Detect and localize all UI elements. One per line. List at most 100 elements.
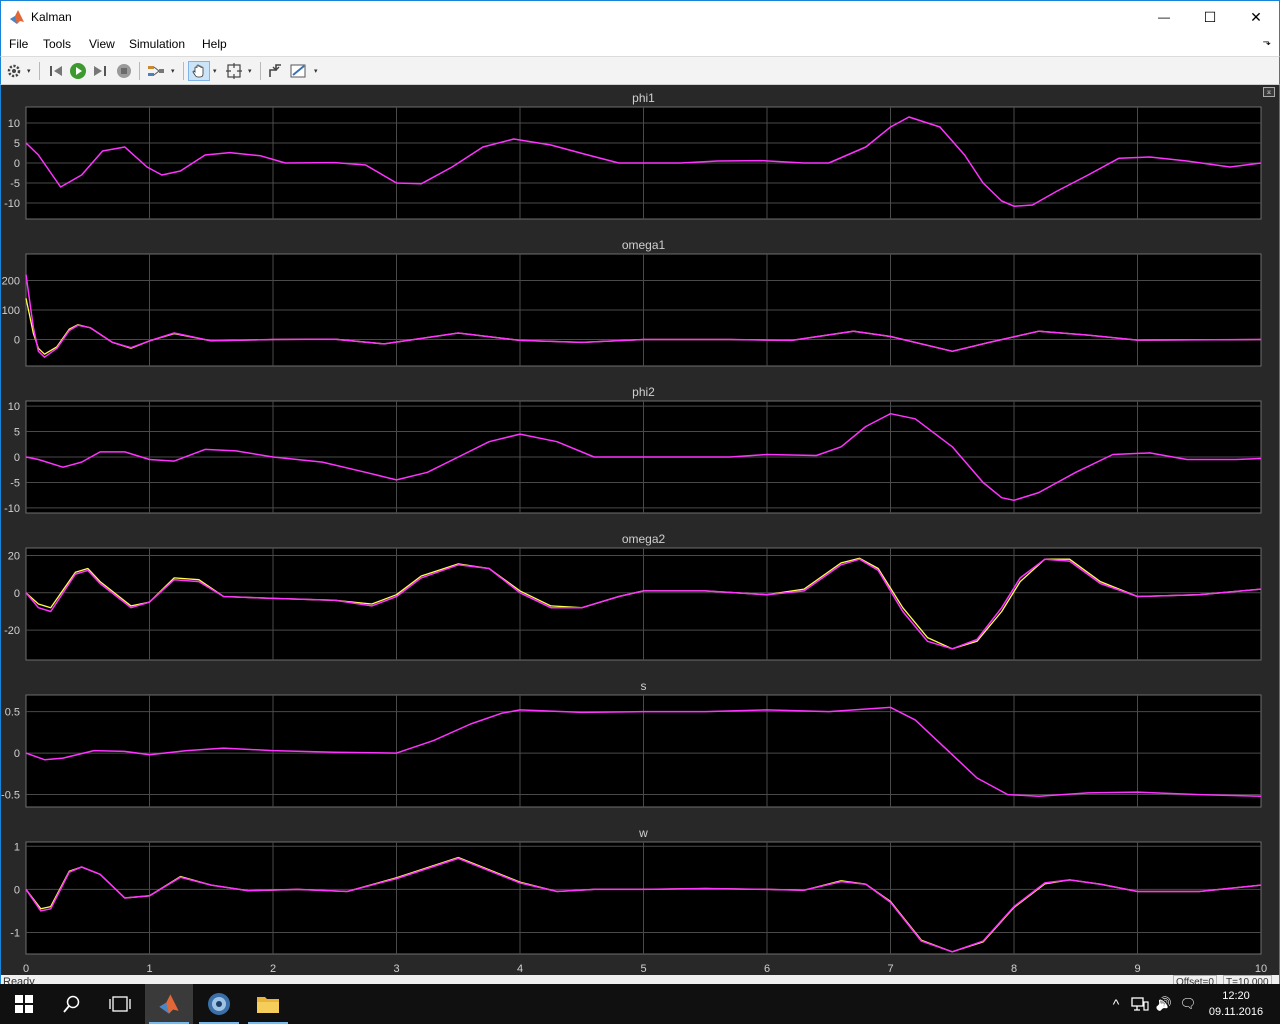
- y-tick-label: 10: [8, 118, 20, 130]
- start-button[interactable]: [0, 984, 48, 1024]
- pan-icon: [192, 64, 204, 78]
- highlight-dropdown-icon[interactable]: ▾: [171, 67, 175, 75]
- window-title: Kalman: [31, 10, 72, 24]
- menu-simulation[interactable]: Simulation: [129, 37, 185, 51]
- toolbar-separator: [183, 62, 184, 80]
- clock[interactable]: 12:20 09.11.2016: [1206, 988, 1266, 1020]
- maximize-button[interactable]: ☐: [1187, 1, 1233, 33]
- matlab-icon: [10, 10, 24, 24]
- plot-w: 1 0 -1 w: [10, 826, 1262, 955]
- y-tick-label: -20: [4, 625, 20, 637]
- matlab-icon: [159, 994, 179, 1014]
- browser-icon: [208, 993, 230, 1015]
- notification-icon: 🗨: [1179, 996, 1197, 1011]
- measure-dropdown-icon[interactable]: ▾: [314, 67, 318, 75]
- plot-title: phi1: [632, 91, 655, 105]
- menu-help[interactable]: Help: [202, 37, 227, 51]
- x-tick-label: 6: [764, 963, 770, 975]
- x-tick-label: 10: [1255, 963, 1267, 975]
- measure-button[interactable]: [289, 61, 309, 81]
- y-tick-label: 0: [14, 748, 20, 760]
- zoom-fit-button[interactable]: [224, 61, 244, 81]
- toolbar-separator: [260, 62, 261, 80]
- y-tick-label: -1: [10, 927, 20, 939]
- title-bar[interactable]: Kalman — ☐ ✕: [0, 0, 1280, 33]
- search-button[interactable]: [48, 984, 96, 1024]
- browser-taskbar-button[interactable]: [195, 984, 243, 1024]
- menu-file[interactable]: File: [9, 37, 28, 51]
- step-back-button[interactable]: [46, 61, 66, 81]
- y-tick-label: 0.5: [5, 707, 20, 719]
- menu-view[interactable]: View: [89, 37, 115, 51]
- restore-icon: [269, 64, 281, 77]
- plot-title: omega2: [622, 532, 666, 546]
- y-tick-label: 0: [14, 334, 20, 346]
- y-tick-label: 0: [14, 884, 20, 896]
- step-back-icon: [50, 66, 62, 76]
- x-tick-label: 0: [23, 963, 29, 975]
- plot-title: s: [641, 679, 647, 693]
- close-icon: ✕: [1250, 8, 1262, 25]
- show-hidden-icons-button[interactable]: ^: [1108, 994, 1124, 1014]
- y-tick-label: 5: [14, 138, 20, 150]
- run-icon: [70, 63, 86, 79]
- plot-phi1: 10 5 0 -5 -10 phi1: [4, 91, 1262, 220]
- explorer-taskbar-button[interactable]: [244, 984, 292, 1024]
- pan-dropdown-icon[interactable]: ▾: [213, 67, 217, 75]
- y-tick-label: -5: [10, 477, 20, 489]
- stop-icon: [117, 64, 131, 78]
- x-tick-label: 8: [1011, 963, 1017, 975]
- step-forward-icon: [94, 66, 106, 76]
- settings-icon: [7, 64, 21, 78]
- x-tick-label: 5: [640, 963, 646, 975]
- action-center-button[interactable]: 🗨: [1178, 994, 1198, 1014]
- settings-button[interactable]: [4, 61, 24, 81]
- minimize-icon: —: [1158, 10, 1170, 24]
- undock-menu-icon[interactable]: ⬎: [1263, 37, 1271, 48]
- menu-tools[interactable]: Tools: [43, 37, 71, 51]
- restore-view-button[interactable]: [265, 61, 285, 81]
- network-icon: [1131, 997, 1149, 1011]
- x-tick-label: 4: [517, 963, 523, 975]
- y-tick-label: 1: [14, 841, 20, 853]
- settings-dropdown-icon[interactable]: ▾: [27, 67, 31, 75]
- scope-display[interactable]: ⌅ 10 5 0 -5 -10 phi1 200 100 0 omega1 10 5 0 -5 -10 phi…: [0, 85, 1280, 975]
- clock-date: 09.11.2016: [1208, 1006, 1264, 1018]
- x-tick-label: 9: [1134, 963, 1140, 975]
- x-tick-label: 2: [270, 963, 276, 975]
- taskbar: ^ 🔊 🗨 12:20 09.11.2016: [0, 984, 1280, 1024]
- plot-omega2: 20 0 -20 omega2: [4, 532, 1262, 661]
- y-tick-label: 100: [2, 305, 20, 317]
- plot-omega1: 200 100 0 omega1: [2, 238, 1262, 367]
- zoom-fit-icon: [226, 63, 242, 79]
- matlab-taskbar-button[interactable]: [145, 984, 193, 1024]
- minimize-button[interactable]: —: [1141, 1, 1187, 33]
- volume-icon: 🔊: [1155, 996, 1173, 1011]
- task-view-button[interactable]: [96, 984, 144, 1024]
- stop-button[interactable]: [114, 61, 134, 81]
- volume-button[interactable]: 🔊: [1154, 994, 1174, 1014]
- maximize-icon: ☐: [1203, 8, 1217, 25]
- network-button[interactable]: [1130, 994, 1150, 1014]
- y-tick-label: -5: [10, 178, 20, 190]
- plot-phi2: 10 5 0 -5 -10 phi2: [4, 385, 1262, 515]
- measure-icon: [290, 64, 306, 78]
- windows-start-icon: [15, 995, 33, 1013]
- x-tick-label: 7: [887, 963, 893, 975]
- pan-button[interactable]: [188, 61, 210, 81]
- zoom-dropdown-icon[interactable]: ▾: [248, 67, 252, 75]
- scope-plots[interactable]: 1050-5-10phi12001000omega11050-5-10phi22…: [1, 85, 1279, 975]
- toolbar-separator: [139, 62, 140, 80]
- run-button[interactable]: [68, 61, 88, 81]
- highlight-button[interactable]: [146, 61, 166, 81]
- step-forward-button[interactable]: [90, 61, 110, 81]
- y-tick-label: 0: [14, 588, 20, 600]
- y-tick-label: -0.5: [1, 790, 20, 802]
- highlight-icon: [148, 66, 164, 76]
- y-tick-label: 20: [8, 550, 20, 562]
- clock-time: 12:20: [1222, 990, 1250, 1002]
- menu-bar: File Tools View Simulation Help ⬎: [0, 33, 1280, 56]
- close-button[interactable]: ✕: [1233, 1, 1279, 33]
- y-tick-label: 0: [14, 158, 20, 170]
- y-tick-label: -10: [4, 503, 20, 515]
